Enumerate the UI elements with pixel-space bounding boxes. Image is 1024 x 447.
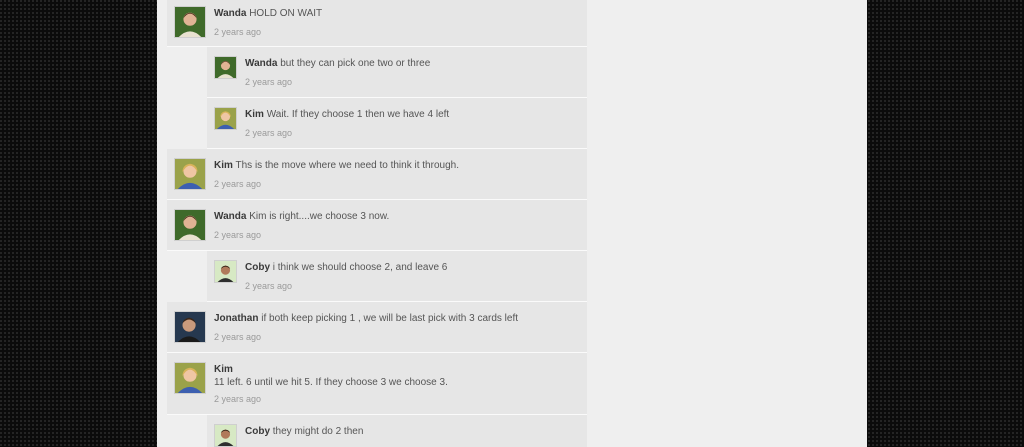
comment-reply: Coby they might do 2 then [207, 415, 587, 447]
comment-item: Kim Ths is the move where we need to thi… [167, 149, 587, 200]
comment-timestamp[interactable]: 2 years ago [245, 128, 292, 138]
comment-timestamp[interactable]: 2 years ago [214, 179, 261, 189]
comment-author[interactable]: Kim [245, 109, 264, 120]
comment-text: but they can pick one two or three [280, 58, 431, 69]
comment-author[interactable]: Wanda [214, 211, 246, 222]
comment-author[interactable]: Coby [245, 426, 270, 437]
wanda-avatar[interactable] [174, 209, 206, 241]
comment-reply: Kim Wait. If they choose 1 then we have … [207, 98, 587, 149]
comment-item: Kim 11 left. 6 until we hit 5. If they c… [167, 353, 587, 415]
comment-item: Jonathan if both keep picking 1 , we wil… [167, 302, 587, 353]
comment-text: they might do 2 then [272, 426, 364, 437]
page-content: Wanda HOLD ON WAIT 2 years ago Wanda but… [157, 0, 867, 447]
comment-author[interactable]: Jonathan [214, 313, 258, 324]
comment-timestamp[interactable]: 2 years ago [245, 281, 292, 291]
kim-avatar[interactable] [214, 107, 237, 130]
comment-reply: Wanda but they can pick one two or three… [207, 47, 587, 98]
kim-avatar[interactable] [174, 362, 206, 394]
comment-author[interactable]: Kim [214, 363, 579, 376]
comment-feed: Wanda HOLD ON WAIT 2 years ago Wanda but… [167, 0, 587, 447]
comment-reply: Coby i think we should choose 2, and lea… [207, 251, 587, 302]
comment-timestamp[interactable]: 2 years ago [214, 27, 261, 37]
comment-text: Kim is right....we choose 3 now. [249, 211, 390, 222]
comment-text: if both keep picking 1 , we will be last… [261, 313, 519, 324]
comment-timestamp[interactable]: 2 years ago [214, 332, 261, 342]
comment-timestamp[interactable]: 2 years ago [245, 77, 292, 87]
comment-text: HOLD ON WAIT [249, 8, 323, 19]
comment-author[interactable]: Wanda [245, 58, 277, 69]
wanda-avatar[interactable] [214, 56, 237, 79]
comment-text: Wait. If they choose 1 then we have 4 le… [266, 109, 450, 120]
comment-timestamp[interactable]: 2 years ago [214, 394, 261, 404]
coby-avatar[interactable] [214, 260, 237, 283]
comment-text: 11 left. 6 until we hit 5. If they choos… [214, 377, 448, 388]
comment-item: Wanda Kim is right....we choose 3 now. 2… [167, 200, 587, 251]
comment-timestamp[interactable]: 2 years ago [214, 230, 261, 240]
coby-avatar[interactable] [214, 424, 237, 447]
comment-text: Ths is the move where we need to think i… [235, 160, 459, 171]
comment-text: i think we should choose 2, and leave 6 [272, 262, 448, 273]
jonathan-avatar[interactable] [174, 311, 206, 343]
wanda-avatar[interactable] [174, 6, 206, 38]
kim-avatar[interactable] [174, 158, 206, 190]
comment-item: Wanda HOLD ON WAIT 2 years ago [167, 0, 587, 47]
comment-author[interactable]: Coby [245, 262, 270, 273]
comment-author[interactable]: Kim [214, 160, 233, 171]
comment-author[interactable]: Wanda [214, 8, 246, 19]
